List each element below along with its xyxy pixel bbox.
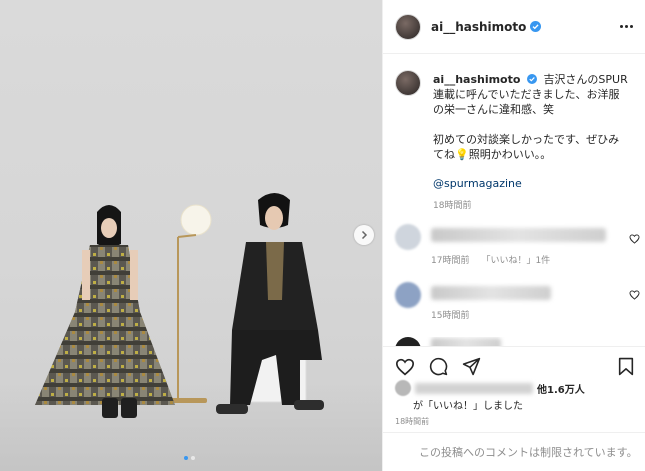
- comment-icon[interactable]: [429, 357, 448, 376]
- chevron-right-icon: [361, 230, 368, 240]
- caption: ai__hashimoto 吉沢さんのSPUR連載に呼んでいただきました、お洋服…: [383, 54, 645, 214]
- liker-name-blurred: [415, 383, 533, 394]
- heart-icon[interactable]: [629, 290, 640, 300]
- comment-avatar[interactable]: [395, 224, 421, 250]
- likes-summary: 他1.6万人: [395, 380, 635, 396]
- liker-avatar[interactable]: [395, 380, 411, 396]
- comment-item: 15時間前: [395, 282, 640, 322]
- photo-scene: [35, 193, 324, 418]
- carousel-next-button[interactable]: [354, 225, 374, 245]
- heart-icon[interactable]: [629, 234, 640, 244]
- comment-avatar[interactable]: [395, 337, 421, 346]
- comment-likes[interactable]: 「いいね！」1件: [481, 253, 550, 266]
- post-side-panel: ai__hashimoto ai__hashimoto 吉沢さんのSPUR連載に…: [382, 0, 645, 471]
- more-options-icon[interactable]: [620, 25, 633, 28]
- caption-body: ai__hashimoto 吉沢さんのSPUR連載に呼んでいただきました、お洋服…: [433, 72, 628, 214]
- header-username[interactable]: ai__hashimoto: [431, 20, 526, 34]
- post-timestamp: 18時間前: [395, 417, 430, 426]
- bookmark-icon[interactable]: [618, 357, 634, 376]
- comment-item-partial: [395, 337, 635, 346]
- floor-lamp: [165, 204, 212, 403]
- comment-meta: 17時間前 「いいね！」1件: [431, 253, 550, 266]
- heart-icon[interactable]: [395, 358, 415, 376]
- caption-time: 18時間前: [433, 201, 472, 211]
- comment-item: 17時間前 「いいね！」1件: [395, 224, 640, 266]
- comments-restricted-notice: この投稿へのコメントは制限されています。: [383, 432, 645, 471]
- share-icon[interactable]: [462, 357, 481, 376]
- comment-text-blurred: [431, 286, 551, 300]
- comment-text-blurred: [431, 228, 606, 242]
- comment-text-blurred: [431, 338, 501, 346]
- post-header: ai__hashimoto: [383, 0, 645, 54]
- person-woman: [35, 205, 175, 418]
- mention-link[interactable]: @spurmagazine: [433, 176, 628, 191]
- verified-badge-icon: [526, 74, 537, 84]
- comment-time: 15時間前: [431, 311, 470, 321]
- likes-suffix: が「いいね！」しました: [413, 401, 523, 412]
- likes-others-count[interactable]: 他1.6万人: [537, 381, 585, 396]
- carousel-dots: [184, 456, 195, 460]
- caption-avatar[interactable]: [395, 70, 421, 96]
- carousel-dot-active: [184, 456, 188, 460]
- comment-meta: 15時間前: [431, 308, 469, 321]
- carousel-dot: [191, 456, 195, 460]
- post-photo[interactable]: [0, 0, 382, 471]
- comment-time: 17時間前: [431, 256, 470, 266]
- avatar[interactable]: [395, 13, 421, 40]
- caption-text: 吉沢さんのSPUR連載に呼んでいただきました、お洋服の栄一さんに違和感、笑 初め…: [433, 73, 628, 161]
- caption-username[interactable]: ai__hashimoto: [433, 73, 520, 86]
- verified-badge-icon: [530, 21, 542, 32]
- comment-avatar[interactable]: [395, 282, 421, 308]
